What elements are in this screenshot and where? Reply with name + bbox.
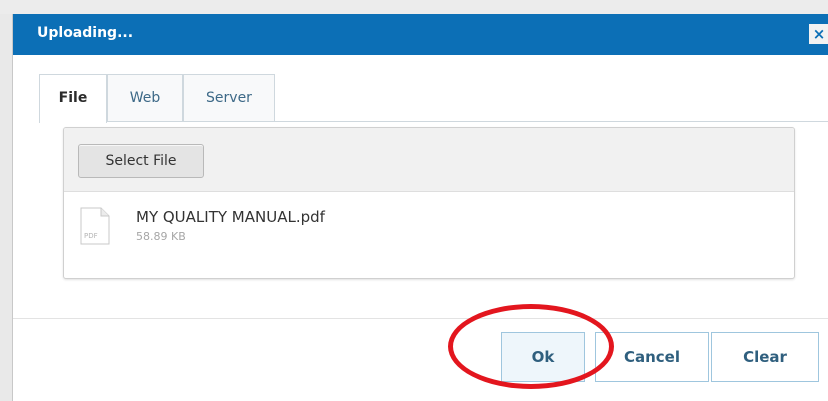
tab-web[interactable]: Web [107, 74, 183, 121]
close-icon[interactable]: × [809, 24, 828, 44]
file-name: MY QUALITY MANUAL.pdf [136, 208, 325, 226]
ok-button[interactable]: Ok [501, 332, 585, 382]
upload-dialog: Uploading... × File Web Server Select Fi… [12, 14, 828, 401]
tab-file[interactable]: File [39, 74, 107, 123]
upload-panel-header: Select File [64, 128, 794, 192]
cancel-button[interactable]: Cancel [595, 332, 709, 382]
file-list-item: PDF MY QUALITY MANUAL.pdf 58.89 KB [64, 192, 794, 278]
clear-button[interactable]: Clear [711, 332, 819, 382]
pdf-file-icon: PDF [80, 207, 110, 245]
tab-server[interactable]: Server [183, 74, 275, 121]
background-strip [0, 0, 828, 14]
select-file-button[interactable]: Select File [78, 144, 204, 178]
footer-divider [13, 318, 828, 319]
file-size: 58.89 KB [136, 230, 186, 243]
dialog-title: Uploading... [37, 25, 134, 41]
dialog-titlebar: Uploading... × [13, 14, 828, 55]
upload-panel: Select File PDF MY QUALITY MANUAL.pdf 58… [63, 127, 795, 279]
pdf-icon-label: PDF [84, 232, 98, 240]
